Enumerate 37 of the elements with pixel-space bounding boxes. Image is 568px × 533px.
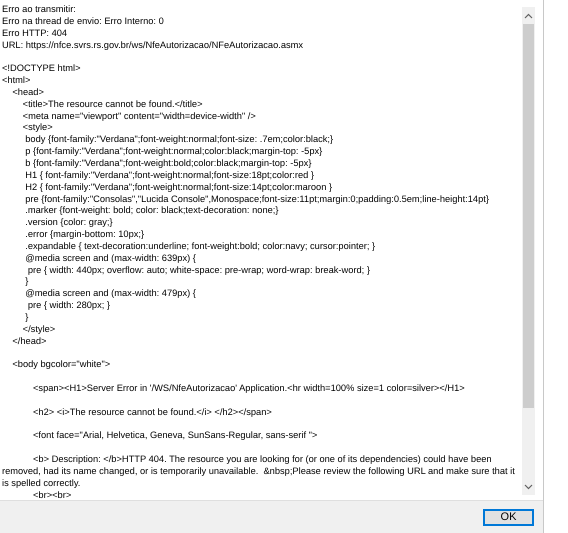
message-line: pre {font-family:"Consolas","Lucida Console",Monospace;font-size:11pt;margin:0;padding:0.5em;line-height:14pt}: [24, 194, 490, 206]
message-line: Erro HTTP: 404: [2, 28, 68, 40]
message-line: @media screen and (max-width: 479px) {: [24, 288, 197, 300]
message-line: H1 { font-family:"Verdana";font-weight:normal;font-size:18pt;color:red }: [24, 170, 316, 182]
message-line: .version {color: gray;}: [24, 217, 114, 230]
message-line: </style>: [22, 324, 56, 336]
message-line: <h2> <i>The resource cannot be found.</i> </h2></span>: [32, 406, 273, 419]
message-line: <head>: [11, 86, 45, 99]
message-line: .error {margin-bottom: 10px;}: [24, 229, 146, 241]
ok-button[interactable]: OK: [483, 508, 534, 526]
message-line: pre { width: 440px; overflow: auto; white-space: pre-wrap; word-wrap: break-word; }: [26, 264, 371, 276]
message-line: </head>: [11, 336, 48, 348]
message-line: <body bgcolor="white">: [11, 359, 112, 372]
message-line: H2 { font-family:"Verdana";font-weight:normal;font-size:14pt;color:maroon }: [24, 182, 334, 194]
message-line: body {font-family:"Verdana";font-weight:normal;font-size: .7em;color:black;}: [24, 134, 334, 146]
message-line: <style>: [22, 122, 54, 134]
message-line: b {font-family:"Verdana";font-weight:bold;color:black;margin-top: -5px}: [24, 158, 312, 170]
message-line: }: [24, 312, 30, 324]
message-line: <title>The resource cannot be found.</title>: [22, 98, 204, 111]
message-line: <b> Description: </b>HTTP 404. The resource you are looking for (or one of its dependencies) could have been removed, had its name changed, or is temporarily unavailable. &nbsp;Please review the following URL and make sure that it is spelled correctly.: [2, 454, 516, 490]
message-line: .expandable { text-decoration:underline; font-weight:bold; color:navy; cursor:pointer; }: [24, 240, 376, 253]
message-line: <!DOCTYPE html>: [2, 63, 82, 76]
message-line: Erro na thread de envio: Erro Interno: 0: [2, 16, 165, 28]
message-line: <font face="Arial, Helvetica, Geneva, SunSans-Regular, sans-serif ">: [32, 430, 318, 442]
scrollbar-thumb[interactable]: [523, 24, 534, 408]
message-line: <br><br>: [32, 490, 72, 502]
message-line: pre { width: 280px; }: [26, 300, 112, 312]
message-line: @media screen and (max-width: 639px) {: [24, 252, 197, 265]
message-line: URL: https://nfce.svrs.rs.gov.br/ws/NfeAutorizacao/NFeAutorizacao.asmx: [2, 40, 304, 52]
message-line: <html>: [2, 75, 32, 87]
message-line: p {font-family:"Verdana";font-weight:normal;color:black;margin-top: -5px}: [24, 146, 324, 158]
scrollbar[interactable]: [522, 7, 535, 495]
message-line: }: [24, 276, 30, 288]
message-line: .marker {font-weight: bold; color: black;text-decoration: none;}: [24, 205, 280, 218]
message-line: Erro ao transmitir:: [2, 4, 77, 16]
message-line: <meta name="viewport" content="width=device-width" />: [22, 110, 257, 122]
message-line: <span><H1>Server Error in '/WS/NfeAutorizacao' Application.<hr width=100% size=1 color=silver></H1>: [32, 383, 466, 395]
